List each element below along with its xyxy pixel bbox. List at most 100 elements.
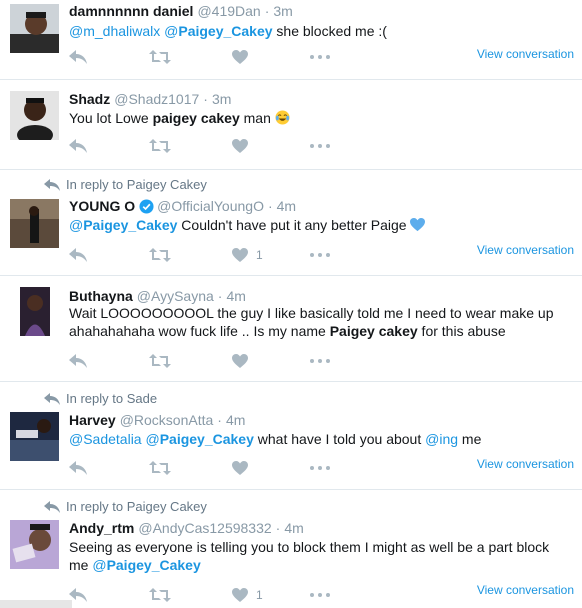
mention-link[interactable]: @Paigey_Cakey — [92, 557, 200, 573]
blue-heart-icon — [410, 217, 426, 232]
mention-at: @ — [69, 217, 84, 233]
more-icon[interactable] — [310, 137, 330, 155]
author-name[interactable]: YOUNG O — [69, 198, 135, 214]
mention-link[interactable]: @Paigey_Cakey — [69, 217, 177, 233]
mention-name: Paigey_Cakey — [106, 557, 201, 573]
author-handle[interactable]: @Shadz1017 — [114, 91, 199, 107]
keyword-highlight: paigey — [152, 110, 197, 126]
author-handle[interactable]: @RocksonAtta — [120, 412, 214, 428]
tweet-text-part: me — [458, 431, 482, 447]
reply-icon[interactable] — [69, 246, 87, 264]
view-conversation-link[interactable]: View conversation — [477, 457, 574, 471]
timestamp[interactable]: 4m — [277, 198, 296, 214]
reply-icon[interactable] — [69, 137, 87, 155]
in-reply-to[interactable]: In reply to Paigey Cakey — [44, 499, 207, 514]
keyword-highlight: cakey — [200, 110, 240, 126]
tweet[interactable]: damnnnnnn daniel @419Dan · 3m @m_dhaliwa… — [0, 0, 582, 80]
reply-icon[interactable] — [69, 48, 87, 66]
in-reply-to[interactable]: In reply to Sade — [44, 391, 157, 406]
like-icon[interactable] — [232, 352, 248, 370]
tweet-text-line: ahahahahaha wow fuck life .. Is my name … — [69, 322, 574, 340]
tweet[interactable]: In reply to Paigey Cakey Andy_rtm @AndyC… — [0, 490, 582, 608]
timestamp[interactable]: 4m — [226, 412, 245, 428]
retweet-icon[interactable] — [149, 459, 171, 477]
mention-link[interactable]: @m_dhaliwalx — [69, 23, 160, 39]
author-handle[interactable]: @OfficialYoungO — [157, 198, 264, 214]
author-handle[interactable]: @AndyCas12598332 — [138, 520, 271, 536]
like-button[interactable]: 1 — [232, 586, 263, 604]
tweet[interactable]: Buthayna @AyySayna · 4m Wait LOOOOOOOOOL… — [0, 276, 582, 382]
more-icon[interactable] — [310, 246, 330, 264]
tweet[interactable]: Shadz @Shadz1017 · 3m You lot Lowe paige… — [0, 80, 582, 170]
avatar[interactable] — [10, 91, 59, 140]
like-icon[interactable] — [232, 459, 248, 477]
view-conversation-link[interactable]: View conversation — [477, 583, 574, 597]
more-icon[interactable] — [310, 459, 330, 477]
view-conversation-link[interactable]: View conversation — [477, 47, 574, 61]
reply-icon[interactable] — [69, 352, 87, 370]
author-name[interactable]: Buthayna — [69, 288, 133, 304]
more-icon[interactable] — [310, 586, 330, 604]
avatar[interactable] — [10, 199, 59, 248]
more-icon[interactable] — [310, 48, 330, 66]
tweet-actions — [69, 48, 359, 66]
timestamp[interactable]: 4m — [284, 520, 303, 536]
author-name[interactable]: Andy_rtm — [69, 520, 134, 536]
keyword-highlight: cakey — [378, 323, 418, 339]
author-name[interactable]: Shadz — [69, 91, 110, 107]
avatar[interactable] — [20, 287, 50, 336]
separator: · — [217, 288, 223, 304]
tweet[interactable]: In reply to Paigey Cakey YOUNG O @Offici… — [0, 170, 582, 276]
timestamp[interactable]: 4m — [226, 288, 245, 304]
author-name[interactable]: Harvey — [69, 412, 116, 428]
view-conversation-link[interactable]: View conversation — [477, 243, 574, 257]
tweet[interactable]: In reply to Sade Harvey @RocksonAtta · 4… — [0, 382, 582, 490]
timestamp[interactable]: 3m — [273, 3, 292, 19]
tweet-feed: damnnnnnn daniel @419Dan · 3m @m_dhaliwa… — [0, 0, 582, 608]
face-with-tears-of-joy-icon — [275, 110, 290, 125]
separator: · — [267, 198, 273, 214]
tweet-actions: 1 — [69, 246, 359, 264]
retweet-icon[interactable] — [149, 137, 171, 155]
in-reply-to-icon — [44, 393, 60, 405]
mention-link[interactable]: @Paigey_Cakey — [145, 431, 253, 447]
like-count: 1 — [256, 248, 263, 262]
separator: · — [203, 91, 208, 107]
tweet-text-part: You lot Lowe — [69, 110, 153, 126]
mention-name: Paigey_Cakey — [159, 431, 254, 447]
reply-icon[interactable] — [69, 459, 87, 477]
like-icon[interactable] — [232, 137, 248, 155]
avatar[interactable] — [10, 4, 59, 53]
tweet-text: Wait LOOOOOOOOOL the guy I like basicall… — [69, 304, 574, 340]
author-name[interactable]: damnnnnnn daniel — [69, 3, 193, 19]
retweet-icon[interactable] — [149, 246, 171, 264]
author-handle[interactable]: @419Dan — [197, 3, 260, 19]
retweet-icon[interactable] — [149, 48, 171, 66]
retweet-icon[interactable] — [149, 352, 171, 370]
like-icon[interactable] — [232, 48, 248, 66]
tweet-text-part: for this abuse — [417, 323, 506, 339]
tweet-header: Buthayna @AyySayna · 4m — [69, 288, 246, 304]
tweet-actions — [69, 137, 359, 155]
like-button[interactable]: 1 — [232, 246, 263, 264]
like-icon — [232, 588, 248, 602]
mention-link[interactable]: @Paigey_Cakey — [164, 23, 272, 39]
mention-link[interactable]: @ing — [425, 431, 458, 447]
retweet-icon[interactable] — [149, 586, 171, 604]
verified-badge-icon — [139, 198, 154, 214]
tweet-text-part: ahahahahaha wow fuck life .. Is my name — [69, 323, 330, 339]
tweet-text-part: what have I told you about — [253, 431, 426, 447]
in-reply-to[interactable]: In reply to Paigey Cakey — [44, 177, 207, 192]
timestamp[interactable]: 3m — [212, 91, 231, 107]
more-icon[interactable] — [310, 352, 330, 370]
avatar[interactable] — [10, 412, 59, 461]
tweet-text: You lot Lowe paigey cakey man — [69, 109, 574, 127]
horizontal-scrollbar[interactable] — [0, 600, 72, 608]
mention-name: Paigey_Cakey — [83, 217, 178, 233]
mention-name: Paigey_Cakey — [178, 23, 273, 39]
mention-link[interactable]: @Sadetalia — [69, 431, 142, 447]
tweet-text-rest: Couldn't have put it any better Paige — [177, 217, 411, 233]
author-handle[interactable]: @AyySayna — [137, 288, 214, 304]
separator: · — [217, 412, 222, 428]
avatar[interactable] — [10, 520, 59, 569]
